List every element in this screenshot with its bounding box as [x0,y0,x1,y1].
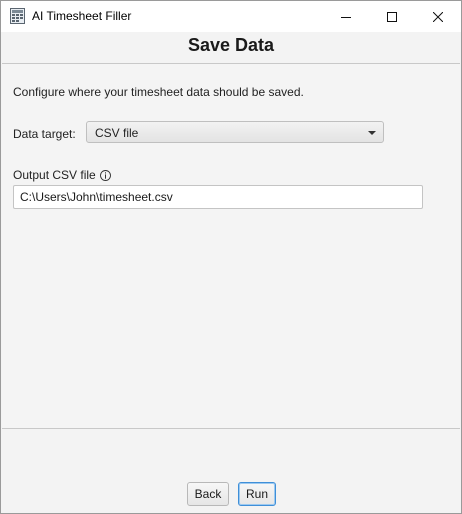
data-target-select[interactable]: CSV file [86,121,384,143]
app-window: AI Timesheet Filler Save Data Configure … [0,0,462,514]
close-button[interactable] [415,1,461,32]
back-button[interactable]: Back [187,482,229,506]
data-target-value: CSV file [95,126,139,140]
minimize-button[interactable] [323,1,369,32]
title-bar[interactable]: AI Timesheet Filler [1,1,461,32]
output-csv-input[interactable] [13,185,423,209]
maximize-icon [387,11,397,22]
chevron-down-icon [368,131,376,135]
minimize-icon [341,16,351,18]
info-icon[interactable] [99,169,111,181]
run-button[interactable]: Run [238,482,276,506]
page-description: Configure where your timesheet data shou… [13,85,304,99]
output-csv-label: Output CSV file [13,168,96,182]
page-title: Save Data [187,35,275,55]
maximize-button[interactable] [369,1,415,32]
form-panel: Configure where your timesheet data shou… [2,63,460,429]
output-csv-label-row: Output CSV file [13,168,111,182]
close-icon [433,11,443,22]
data-target-label: Data target: [13,127,76,141]
window-title: AI Timesheet Filler [32,9,132,23]
app-icon [10,8,25,24]
